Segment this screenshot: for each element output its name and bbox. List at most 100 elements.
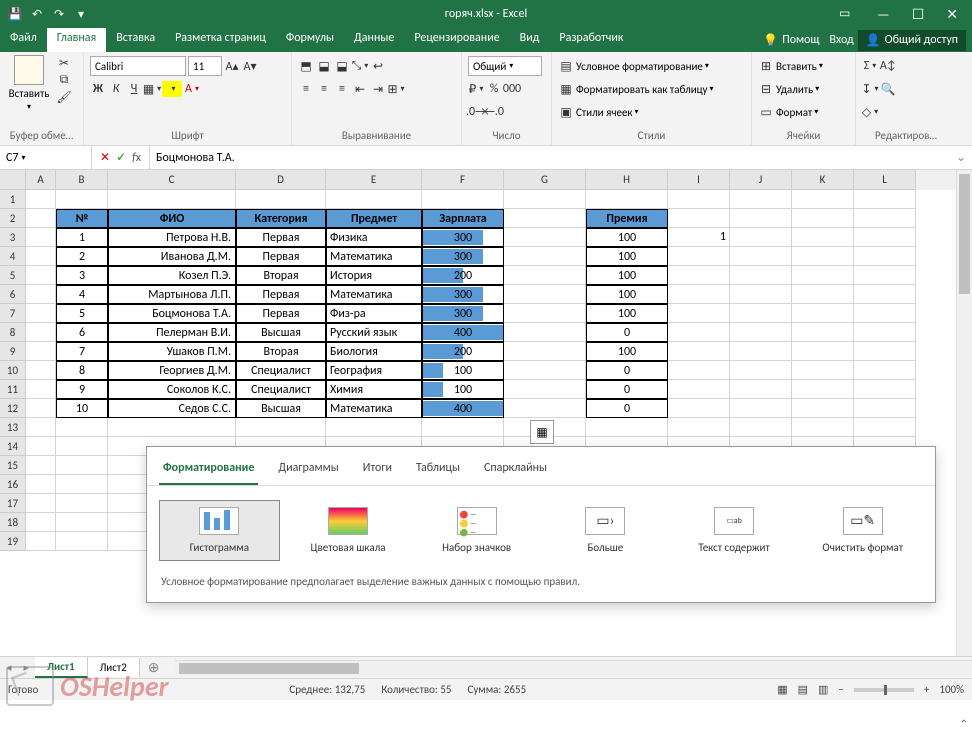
qa-tab-charts[interactable]: Диаграммы [274,455,342,485]
shrink-font-icon[interactable]: A▾ [242,58,258,74]
formula-input[interactable]: Боцмонова Т.А. [150,151,950,165]
cell[interactable] [730,380,792,399]
cell[interactable] [792,399,854,418]
row-header[interactable]: 2 [0,209,26,228]
qa-tab-tables[interactable]: Таблицы [412,455,464,485]
cell[interactable] [504,209,586,228]
cell[interactable] [730,209,792,228]
row-header[interactable]: 9 [0,342,26,361]
cell[interactable]: 1 [668,228,730,247]
percent-icon[interactable]: % [486,81,502,97]
cell[interactable]: 300 [422,247,504,266]
align-left-icon[interactable]: ≡ [298,81,314,97]
tab-layout[interactable]: Разметка страниц [165,28,276,52]
row-header[interactable]: 6 [0,285,26,304]
cell[interactable] [26,399,56,418]
cell[interactable] [56,418,108,437]
find-icon[interactable]: 🔍 [880,81,896,97]
cell[interactable] [668,209,730,228]
row-header[interactable]: 7 [0,304,26,323]
cell[interactable] [730,399,792,418]
fill-icon[interactable]: ↧ [862,81,878,97]
tab-home[interactable]: Главная [47,28,106,52]
row-header[interactable]: 3 [0,228,26,247]
cell[interactable] [504,342,586,361]
cell[interactable] [504,361,586,380]
cell[interactable] [730,228,792,247]
cell[interactable] [854,418,916,437]
ribbon-options-icon[interactable]: ▭ [839,6,855,22]
cell[interactable] [792,323,854,342]
cell[interactable]: 100 [586,247,668,266]
cell[interactable]: Первая [236,247,326,266]
cell[interactable]: 1 [56,228,108,247]
col-header[interactable]: A [26,170,56,190]
row-header[interactable]: 14 [0,437,26,456]
cell-styles-button[interactable]: ▣Стили ячеек▾ [558,101,639,123]
qat-custom-icon[interactable]: ▾ [72,5,90,23]
italic-button[interactable]: К [108,81,124,97]
dec-decimal-icon[interactable]: ←.0 [486,104,502,120]
cell[interactable] [730,304,792,323]
row-header[interactable]: 18 [0,513,26,532]
cell[interactable]: Математика [326,285,422,304]
underline-button[interactable]: Ч [126,81,142,97]
tab-dev[interactable]: Разработчик [549,28,633,52]
cell[interactable]: Физ-ра [326,304,422,323]
cell[interactable]: Седов С.С. [108,399,236,418]
cell[interactable] [326,190,422,209]
align-bottom-icon[interactable]: ⬓ [334,58,350,74]
cell[interactable] [56,437,108,456]
format-as-table-button[interactable]: ▦Форматировать как таблицу▾ [558,78,714,100]
cell[interactable] [730,190,792,209]
cell[interactable] [504,228,586,247]
cell[interactable] [730,323,792,342]
cell[interactable]: Георгиев Д.М. [108,361,236,380]
format-combo[interactable]: Общий [468,56,542,76]
cell[interactable] [504,399,586,418]
cell[interactable] [668,247,730,266]
row-header[interactable]: 12 [0,399,26,418]
cell[interactable] [668,323,730,342]
cell[interactable]: 100 [586,342,668,361]
cell[interactable] [26,475,56,494]
cell[interactable] [792,266,854,285]
tab-review[interactable]: Рецензирование [404,28,509,52]
cell[interactable]: 0 [586,399,668,418]
cell[interactable]: 0 [586,361,668,380]
cell[interactable]: Первая [236,285,326,304]
qa-item-clear[interactable]: ▭✎Очистить формат [802,500,923,561]
cell[interactable] [792,380,854,399]
cell[interactable] [854,190,916,209]
horizontal-scrollbar[interactable] [175,660,972,676]
row-header[interactable]: 11 [0,380,26,399]
row-header[interactable]: 15 [0,456,26,475]
col-header[interactable]: K [792,170,854,190]
indent-inc-icon[interactable]: ⇥ [370,81,386,97]
row-header[interactable]: 4 [0,247,26,266]
qa-item-iconset[interactable]: 🔴 —🟡 —🟢 —Набор значков [416,500,537,561]
name-box[interactable]: C7 [0,146,92,169]
cell[interactable] [792,418,854,437]
cell[interactable]: Категория [236,209,326,228]
row-header[interactable]: 5 [0,266,26,285]
align-center-icon[interactable]: ≡ [316,81,332,97]
tab-file[interactable]: Файл [0,28,47,52]
wrap-icon[interactable]: ↩ [370,58,386,74]
cell[interactable] [668,266,730,285]
cell[interactable]: Премия [586,209,668,228]
view-normal-icon[interactable]: ▦ [777,683,787,696]
qa-item-colorscale[interactable]: Цветовая шкала [288,500,409,561]
font-color-icon[interactable]: A [184,81,200,97]
save-icon[interactable]: 💾 [6,5,24,23]
sheet-tab-1[interactable]: Лист1 [35,657,88,678]
cell[interactable] [26,418,56,437]
cell[interactable] [26,361,56,380]
cell[interactable]: 4 [56,285,108,304]
qa-item-textcontains[interactable]: ▭abТекст содержит [674,500,795,561]
copy-icon[interactable]: ⧉ [56,72,72,88]
cell[interactable] [504,266,586,285]
cell[interactable] [56,532,108,551]
tell-me[interactable]: Помощ [782,33,819,47]
cell[interactable] [504,304,586,323]
